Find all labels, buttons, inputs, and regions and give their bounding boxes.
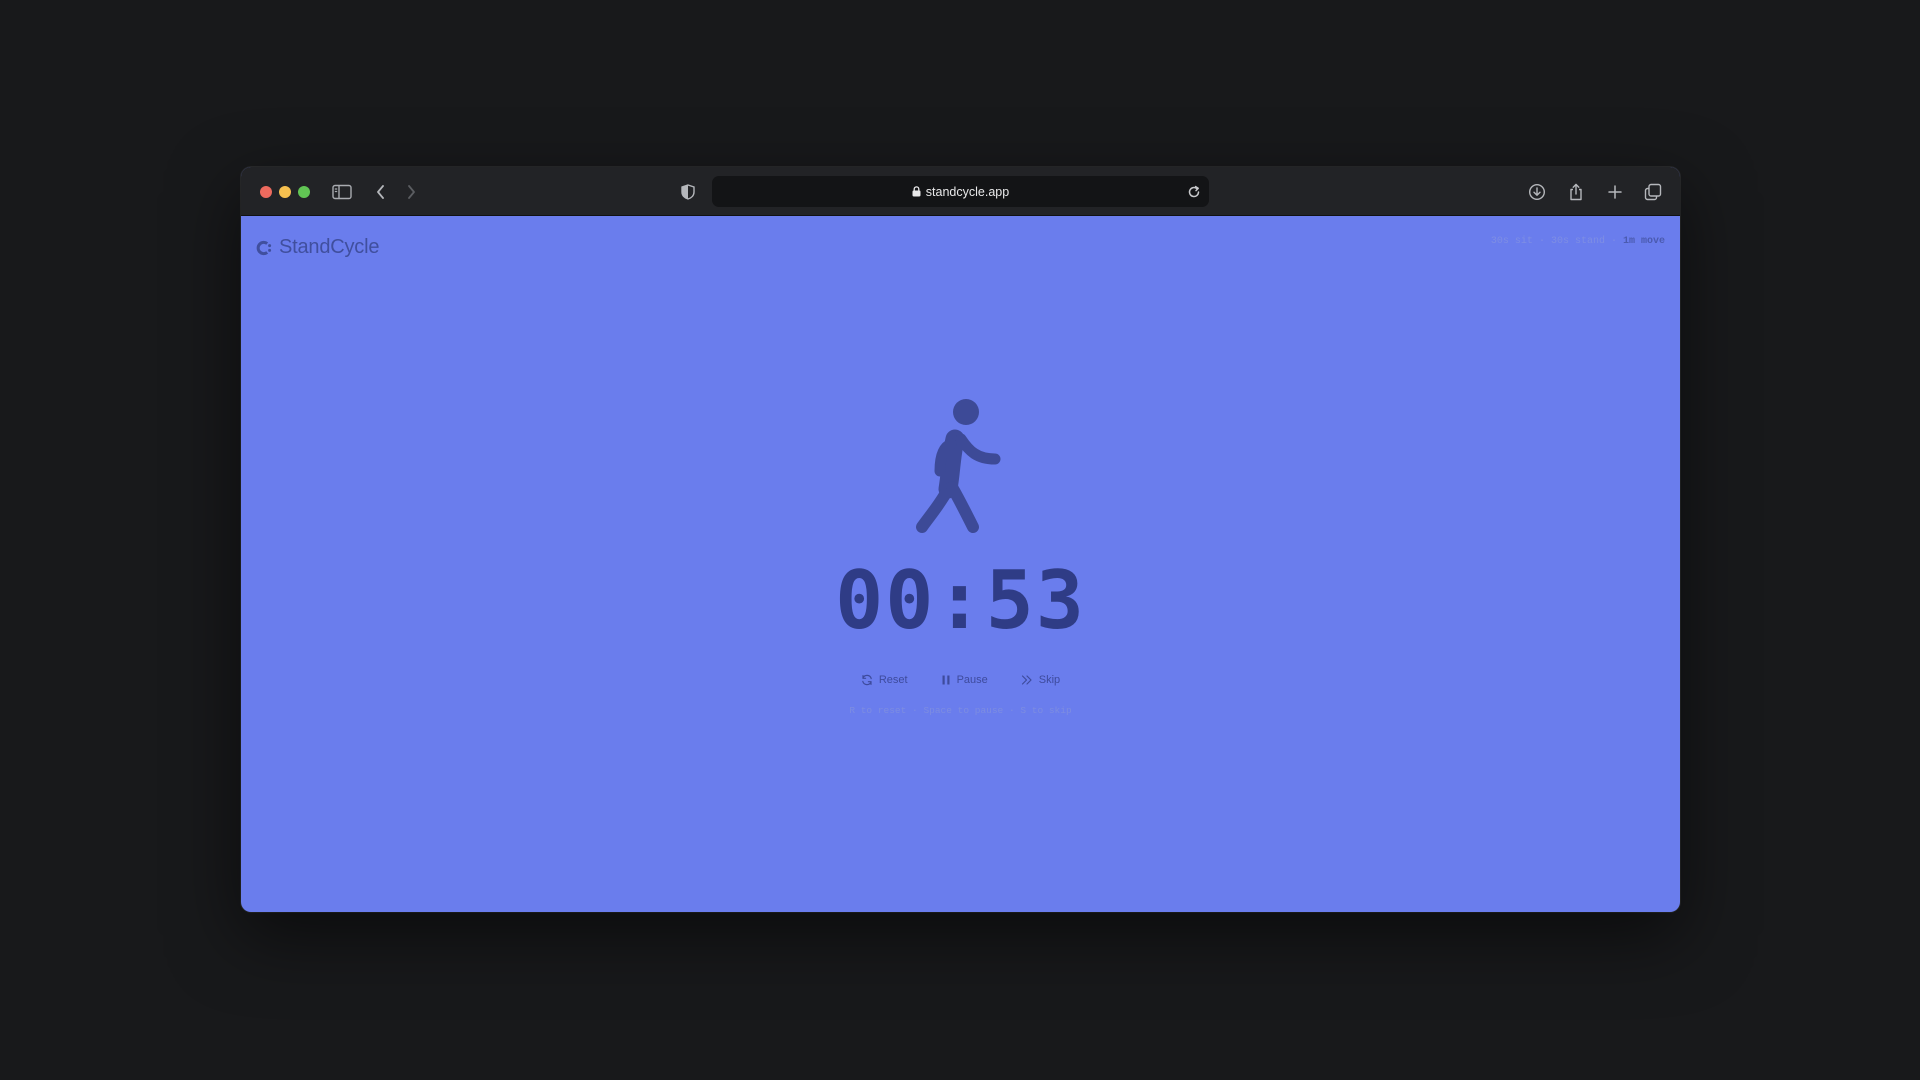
app-content: StandCycle 30s sit · 30s stand · 1m move… (241, 216, 1680, 912)
pause-button[interactable]: Pause (941, 674, 988, 686)
status-sit: 30s sit (1490, 236, 1533, 247)
status-separator: · (1538, 236, 1545, 247)
brand-name: StandCycle (279, 236, 380, 258)
address-bar[interactable]: standcycle.app (712, 176, 1209, 207)
address-url: standcycle.app (925, 184, 1010, 199)
privacy-shield-icon[interactable] (675, 179, 701, 205)
pause-icon (942, 675, 950, 685)
standcycle-logo-icon (256, 240, 272, 255)
status-stand: 30s stand (1550, 236, 1605, 247)
status-separator: · (1610, 236, 1617, 247)
cycle-status: 30s sit · 30s stand · 1m move (1491, 236, 1665, 247)
pause-label: Pause (956, 674, 988, 686)
skip-icon (1021, 675, 1032, 685)
walking-person-icon (916, 399, 1001, 533)
tab-overview-icon[interactable] (1640, 179, 1666, 205)
reload-icon[interactable] (1185, 183, 1203, 201)
status-move-active: 1m move (1622, 236, 1665, 247)
back-icon[interactable] (368, 179, 394, 205)
minimize-window-button[interactable] (279, 186, 291, 198)
skip-label: Skip (1038, 674, 1061, 686)
sidebar-toggle-icon[interactable] (329, 179, 355, 205)
browser-toolbar: standcycle.app (241, 167, 1680, 216)
close-window-button[interactable] (260, 186, 272, 198)
zoom-window-button[interactable] (298, 186, 310, 198)
brand[interactable]: StandCycle (256, 236, 379, 259)
skip-button[interactable]: Skip (1021, 674, 1060, 686)
share-icon[interactable] (1563, 179, 1589, 205)
keyboard-hints: R to reset · Space to pause · S to skip (849, 705, 1072, 716)
timer-controls: Reset Pause Skip (241, 674, 1680, 686)
browser-window: standcycle.app StandCycle 30s sit · 30s … (241, 167, 1680, 912)
reset-button[interactable]: Reset (861, 674, 908, 686)
reset-icon (862, 674, 872, 686)
new-tab-icon[interactable] (1602, 179, 1628, 205)
downloads-icon[interactable] (1524, 179, 1550, 205)
reset-label: Reset (878, 674, 908, 686)
countdown-timer: 00:53 (835, 554, 1086, 647)
lock-icon (912, 186, 921, 197)
forward-icon[interactable] (398, 179, 424, 205)
